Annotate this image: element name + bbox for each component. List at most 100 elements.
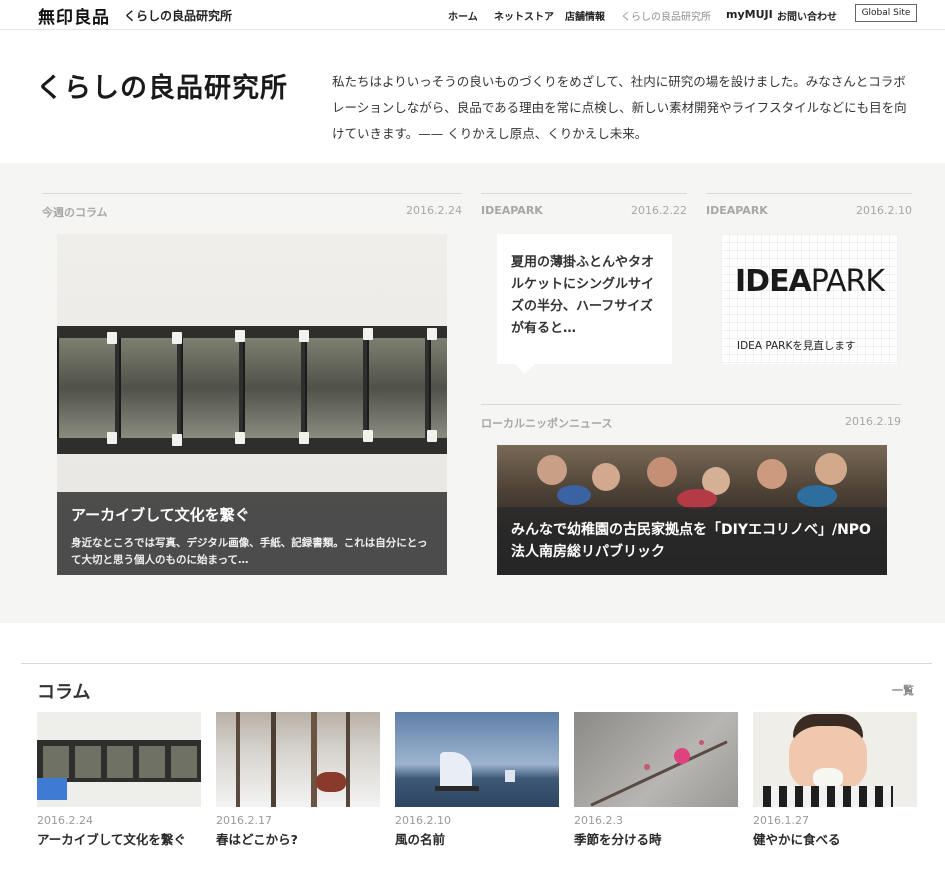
column-title[interactable]: 季節を分ける時 (574, 829, 662, 848)
photo-clothing (797, 485, 837, 507)
sprocket-hole (107, 432, 117, 444)
brand-logo[interactable]: 無印良品 (38, 3, 110, 28)
ideapark-logo-bold: IDEA (735, 264, 812, 299)
ideapark-date: 2016.2.10 (856, 204, 912, 217)
ideapark-bubble-card[interactable]: 夏用の薄掛ふとんやタオルケットにシングルサイズの半分、ハーフサイズが有ると… (497, 234, 672, 364)
column-date: 2016.2.24 (37, 814, 93, 827)
ideapark-label: IDEAPARK (706, 204, 768, 217)
section-divider (481, 404, 901, 405)
top-navigation: 無印良品 くらしの良品研究所 ホーム ネットストア 店舗情報 くらしの良品研究所… (0, 0, 945, 30)
section-divider (481, 193, 687, 194)
sail (440, 752, 472, 788)
featured-description: 身近なところでは写真、デジタル画像、手紙、記録書類。これは自分にとって大切と思う… (71, 537, 428, 566)
sprocket-hole (172, 434, 182, 446)
sprocket-hole (172, 332, 182, 344)
ideapark-logo-card[interactable]: IDEAPARK IDEA PARKを見直します (721, 234, 898, 364)
weekly-column-date: 2016.2.24 (406, 204, 462, 217)
site-title[interactable]: くらしの良品研究所 (124, 7, 232, 24)
sprocket-hole (427, 328, 437, 340)
tree-trunk (271, 712, 276, 807)
sprocket-hole (299, 330, 309, 342)
sprocket-hole (363, 328, 373, 340)
ideapark-date: 2016.2.22 (631, 204, 687, 217)
nav-mymuji[interactable]: myMUJI (726, 8, 773, 21)
sail (505, 770, 515, 782)
section-divider (42, 193, 462, 194)
boat-hull (435, 786, 479, 791)
photo-clothing (557, 485, 591, 505)
column-date: 2016.2.3 (574, 814, 623, 827)
film-frame (75, 746, 101, 778)
column-thumbnail-film[interactable] (37, 712, 201, 807)
film-frame (43, 746, 69, 778)
film-frame (57, 338, 115, 438)
local-news-card[interactable]: みんなで幼稚園の古民家拠点を「DIYエコリノベ」/NPO法人南房総リパブリック (497, 445, 887, 575)
photo-face (757, 459, 787, 489)
film-frame (429, 338, 447, 438)
sprocket-hole (299, 432, 309, 444)
film-frame (243, 338, 301, 438)
weekly-column-label: 今週のコラム (42, 206, 108, 219)
sprocket-hole (235, 432, 245, 444)
film-frame (139, 746, 165, 778)
sprocket-hole (235, 330, 245, 342)
column-thumbnail-sailboat[interactable] (395, 712, 559, 807)
column-date: 2016.2.17 (216, 814, 272, 827)
section-divider (706, 193, 912, 194)
column-heading: コラム (37, 682, 91, 703)
page-title: くらしの良品研究所 (36, 73, 288, 104)
photo-clothing (677, 489, 717, 509)
tree-trunk (236, 712, 240, 807)
nav-mymuji-label: myMUJI (726, 8, 773, 21)
bud (644, 764, 650, 770)
branch (590, 740, 728, 807)
local-news-title: みんなで幼稚園の古民家拠点を「DIYエコリノベ」/NPO法人南房総リパブリック (511, 522, 871, 560)
film-frame (107, 746, 133, 778)
film-frame (367, 338, 425, 438)
intro-description: 私たちはよりいっそうの良いものづくりをめざして、社内に研究の場を設けました。みな… (332, 74, 907, 141)
column-list-link[interactable]: 一覧 (892, 682, 914, 698)
photo-face (815, 453, 847, 485)
column-thumbnail-blossom[interactable] (574, 712, 738, 807)
column-title[interactable]: 春はどこから? (216, 829, 298, 848)
column-date: 2016.2.10 (395, 814, 451, 827)
local-news-date: 2016.2.19 (845, 415, 901, 428)
nav-store-info[interactable]: 店舗情報 (565, 8, 605, 23)
striped-shirt (763, 786, 893, 807)
nav-kurashi-lab[interactable]: くらしの良品研究所 (621, 8, 711, 23)
ideapark-label: IDEAPARK (481, 204, 543, 217)
sprocket-hole (107, 332, 117, 344)
blue-tape (37, 778, 67, 800)
photo-face (647, 457, 677, 487)
featured-column-card[interactable]: アーカイブして文化を繋ぐ 身近なところでは写真、デジタル画像、手紙、記録書類。こ… (57, 234, 447, 575)
ideapark-bubble-text: 夏用の薄掛ふとんやタオルケットにシングルサイズの半分、ハーフサイズが有ると… (511, 255, 655, 336)
tree-trunk (346, 712, 350, 807)
bud (699, 740, 704, 745)
film-frame (171, 746, 197, 778)
column-title[interactable]: 風の名前 (395, 829, 445, 848)
fallen-leaves (316, 772, 346, 792)
column-title[interactable]: アーカイブして文化を繋ぐ (37, 829, 186, 848)
photo-face (537, 455, 567, 485)
ideapark-logo-light: PARK (810, 264, 885, 299)
featured-title: アーカイブして文化を繋ぐ (71, 506, 250, 524)
bubble-tail (515, 364, 535, 374)
film-frame (305, 338, 363, 438)
photo-face (592, 463, 620, 491)
sprocket-hole (363, 430, 373, 442)
local-news-label: ローカルニッポンニュース (481, 417, 613, 430)
rice-ball (813, 768, 843, 788)
column-title[interactable]: 健やかに食べる (753, 829, 841, 848)
nav-home[interactable]: ホーム (448, 8, 478, 23)
film-frame (119, 338, 177, 438)
featured-caption: アーカイブして文化を繋ぐ 身近なところでは写真、デジタル画像、手紙、記録書類。こ… (57, 492, 447, 575)
tree-trunk (311, 712, 317, 807)
blossom (674, 748, 690, 764)
nav-contact[interactable]: お問い合わせ (777, 8, 837, 23)
column-thumbnail-forest[interactable] (216, 712, 380, 807)
column-thumbnail-child[interactable] (753, 712, 917, 807)
global-site-button[interactable]: Global Site (855, 4, 917, 22)
column-date: 2016.1.27 (753, 814, 809, 827)
nav-net-store[interactable]: ネットストア (494, 8, 554, 23)
ideapark-logo: IDEAPARK (735, 264, 885, 299)
